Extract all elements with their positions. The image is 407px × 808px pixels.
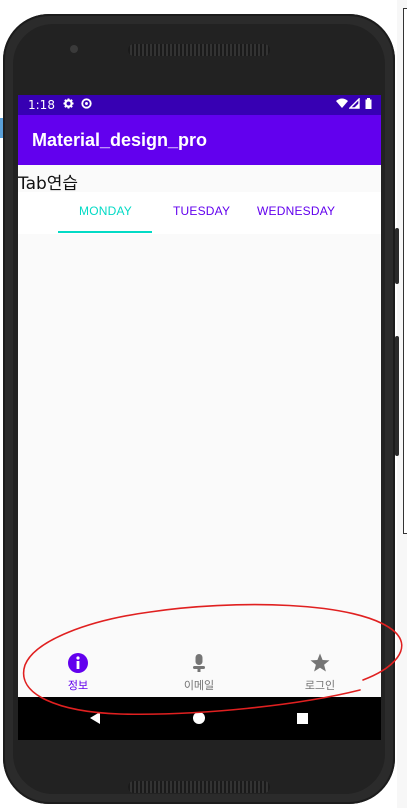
back-icon[interactable]: [88, 711, 102, 725]
signal-icon: [348, 97, 360, 112]
tab-wednesday[interactable]: WEDNESDAY: [257, 204, 335, 218]
nav-item-email-label: 이메일: [183, 679, 215, 692]
battery-icon: [365, 98, 372, 112]
recents-icon[interactable]: [297, 713, 308, 724]
page-label: Tab연습: [18, 174, 79, 194]
tab-monday[interactable]: MONDAY: [79, 204, 132, 218]
tab-indicator: [58, 231, 152, 233]
home-icon[interactable]: [193, 712, 205, 724]
nav-item-info-label: 정보: [67, 679, 89, 692]
app-title: Material_design_pro: [32, 130, 208, 150]
nav-item-email[interactable]: 이메일: [164, 652, 234, 693]
power-button[interactable]: [395, 228, 399, 284]
bottom-speaker-grille: [128, 781, 270, 793]
top-speaker-grille: [128, 44, 270, 56]
tab-bar: MONDAY TUESDAY WEDNESDAY: [18, 192, 381, 234]
bottom-navigation: 정보 이메일 로그인: [18, 644, 381, 697]
system-navigation-bar: [18, 697, 381, 740]
info-icon: [68, 653, 88, 673]
nav-item-login[interactable]: 로그인: [285, 652, 355, 693]
nav-item-info[interactable]: 정보: [43, 652, 113, 693]
front-camera: [70, 45, 78, 53]
tab-tuesday[interactable]: TUESDAY: [173, 204, 230, 218]
background-window-panel: [403, 8, 407, 534]
status-time: 1:18: [28, 98, 55, 112]
tab-content-area: [18, 234, 381, 644]
device-screen: 1:18 Material_design_pro Tab연습 MONDAY TU…: [18, 95, 381, 740]
volume-button[interactable]: [395, 336, 399, 456]
microphone-icon: [193, 654, 205, 672]
no-sim-icon: [81, 98, 92, 112]
star-icon: [310, 653, 330, 672]
wifi-icon: [336, 98, 348, 112]
status-bar: 1:18: [18, 95, 381, 115]
app-bar: Material_design_pro: [18, 115, 381, 165]
nav-item-login-label: 로그인: [304, 679, 336, 692]
gear-icon: [63, 98, 74, 112]
